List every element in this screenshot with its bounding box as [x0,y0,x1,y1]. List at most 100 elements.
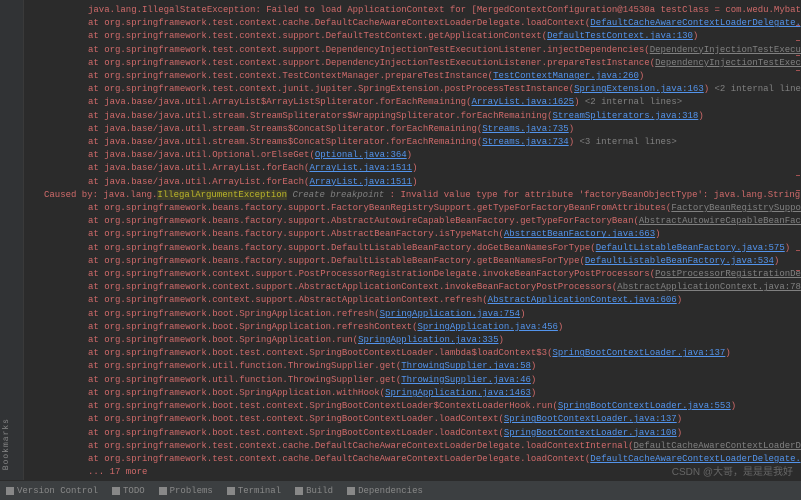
terminal-tool-window-button[interactable]: Terminal [227,486,281,496]
source-link[interactable]: Streams.java:734 [482,137,568,147]
source-link[interactable]: ArrayList.java:1625 [471,97,574,107]
tool-window-stripe-left[interactable]: Bookmarks [0,0,24,500]
stack-frame: at org.springframework.test.context.Test… [34,70,801,83]
todo-icon [112,487,120,495]
terminal-icon [227,487,235,495]
frame-method: at java.base/java.util.stream.Streams$Co… [88,124,477,134]
source-link[interactable]: SpringExtension.java:163 [574,84,704,94]
stack-frame: at java.base/java.util.ArrayList.forEach… [34,162,801,175]
stack-frame: at java.base/java.util.ArrayList.forEach… [34,176,801,189]
stack-frame: at java.base/java.util.ArrayList$ArrayLi… [34,96,801,109]
source-link[interactable]: FactoryBeanRegistrySupport.java:86 [671,203,801,213]
source-link[interactable]: SpringApplication.java:754 [380,309,520,319]
stack-frame: at org.springframework.beans.factory.sup… [34,228,801,241]
stack-frame: at org.springframework.beans.factory.sup… [34,215,801,228]
source-link[interactable]: TestContextManager.java:260 [493,71,639,81]
source-link[interactable]: AbstractBeanFactory.java:663 [504,229,655,239]
frame-method: at org.springframework.test.context.cach… [88,18,585,28]
source-link[interactable]: DefaultTestContext.java:130 [547,31,693,41]
omitted-frames[interactable]: <3 internal lines> [574,137,677,147]
caused-by-exception[interactable]: IllegalArgumentException [157,190,287,200]
stack-frame: at org.springframework.test.context.cach… [34,17,801,30]
source-link[interactable]: SpringBootContextLoader.java:137 [552,348,725,358]
vcs-tool-window-button[interactable]: Version Control [6,486,98,496]
stack-frame: at java.base/java.util.stream.StreamSpli… [34,110,801,123]
todo-tool-window-button[interactable]: TODO [112,486,145,496]
frame-method: at org.springframework.boot.test.context… [88,428,498,438]
source-link[interactable]: SpringApplication.java:335 [358,335,498,345]
problems-icon [159,487,167,495]
stack-frame: at java.base/java.util.stream.Streams$Co… [34,123,801,136]
source-link[interactable]: DependencyInjectionTestExecutionListener… [655,58,801,68]
frame-method: at org.springframework.beans.factory.sup… [88,243,590,253]
frame-method: at org.springframework.beans.factory.sup… [88,256,579,266]
frame-method: at org.springframework.boot.SpringApplic… [88,322,412,332]
frame-method: at org.springframework.test.context.supp… [88,45,644,55]
frame-method: at org.springframework.util.function.Thr… [88,361,396,371]
source-link[interactable]: SpringBootContextLoader.java:553 [558,401,731,411]
stack-frame: at org.springframework.beans.factory.sup… [34,242,801,255]
source-link[interactable]: SpringApplication.java:1463 [385,388,531,398]
exception-header: java.lang.IllegalStateException: Failed … [34,4,801,17]
frame-method: at org.springframework.test.context.cach… [88,441,628,451]
source-link[interactable]: AbstractApplicationContext.java:606 [488,295,677,305]
omitted-frames[interactable]: <2 internal lines> [580,97,683,107]
stack-frame: at org.springframework.boot.test.context… [34,413,801,426]
source-link[interactable]: AbstractAutowireCapableBeanFactory.java:… [639,216,801,226]
stack-frame: at org.springframework.boot.test.context… [34,347,801,360]
frame-method: at org.springframework.context.support.A… [88,282,612,292]
status-bar: Version Control TODO Problems Terminal B… [0,480,801,500]
stack-frame: at org.springframework.beans.factory.sup… [34,202,801,215]
stack-frame: at org.springframework.test.context.supp… [34,30,801,43]
frame-method: at java.base/java.util.ArrayList.forEach [88,177,304,187]
frame-method: at java.base/java.util.ArrayList$ArrayLi… [88,97,466,107]
source-link[interactable]: AbstractApplicationContext.java:788 [617,282,801,292]
source-link[interactable]: ArrayList.java:1511 [309,177,412,187]
stack-frame: at org.springframework.boot.SpringApplic… [34,308,801,321]
frame-method: at java.base/java.util.stream.Streams$Co… [88,137,477,147]
frame-method: at java.base/java.util.Optional.orElseGe… [88,150,309,160]
console-output: java.lang.IllegalStateException: Failed … [24,0,801,480]
source-link[interactable]: StreamSpliterators.java:318 [552,111,698,121]
source-link[interactable]: Optional.java:364 [315,150,407,160]
problems-tool-window-button[interactable]: Problems [159,486,213,496]
create-breakpoint-link[interactable]: Create breakpoint [292,190,384,200]
source-link[interactable]: ArrayList.java:1511 [309,163,412,173]
source-link[interactable]: DefaultCacheAwareContextLoaderDelegate.j… [590,18,801,28]
source-link[interactable]: DefaultListableBeanFactory.java:534 [585,256,774,266]
frame-method: at org.springframework.boot.test.context… [88,401,552,411]
frame-method: at org.springframework.test.context.supp… [88,31,542,41]
source-link[interactable]: ThrowingSupplier.java:46 [401,375,531,385]
source-link[interactable]: ThrowingSupplier.java:58 [401,361,531,371]
source-link[interactable]: SpringBootContextLoader.java:137 [504,414,677,424]
frame-method: at org.springframework.beans.factory.sup… [88,229,498,239]
source-link[interactable]: PostProcessorRegistrationDelegate.java:1… [655,269,801,279]
source-link[interactable]: DefaultListableBeanFactory.java:575 [596,243,785,253]
stack-frame: at org.springframework.test.context.juni… [34,83,801,96]
stack-frame: at org.springframework.util.function.Thr… [34,374,801,387]
stack-frame: at java.base/java.util.Optional.orElseGe… [34,149,801,162]
source-link[interactable]: Streams.java:735 [482,124,568,134]
vcs-icon [6,487,14,495]
source-link[interactable]: SpringBootContextLoader.java:108 [504,428,677,438]
stack-frame: at org.springframework.test.context.supp… [34,44,801,57]
stack-frame: at org.springframework.boot.test.context… [34,400,801,413]
frame-method: at org.springframework.context.support.A… [88,295,482,305]
frame-method: at org.springframework.util.function.Thr… [88,375,396,385]
build-tool-window-button[interactable]: Build [295,486,333,496]
bookmarks-tab[interactable]: Bookmarks [2,418,11,470]
frame-method: at org.springframework.test.context.cach… [88,454,585,464]
frame-method: at org.springframework.boot.test.context… [88,414,498,424]
source-link[interactable]: SpringApplication.java:456 [417,322,557,332]
frame-method: at org.springframework.boot.SpringApplic… [88,388,380,398]
dependencies-tool-window-button[interactable]: Dependencies [347,486,423,496]
omitted-frames[interactable]: <2 internal lines> [709,84,801,94]
stack-frame: at org.springframework.util.function.Thr… [34,360,801,373]
stack-frame: at org.springframework.test.context.supp… [34,57,801,70]
source-link[interactable]: DependencyInjectionTestExecutionListener… [650,45,801,55]
watermark-text: CSDN @大哥，是是是我好 [672,463,793,478]
editor-scroll-markers [796,0,800,500]
source-link[interactable]: DefaultCacheAwareContextLoaderDelegate.j… [634,441,801,451]
frame-method: at java.base/java.util.stream.StreamSpli… [88,111,547,121]
frame-method: at org.springframework.test.context.juni… [88,84,569,94]
